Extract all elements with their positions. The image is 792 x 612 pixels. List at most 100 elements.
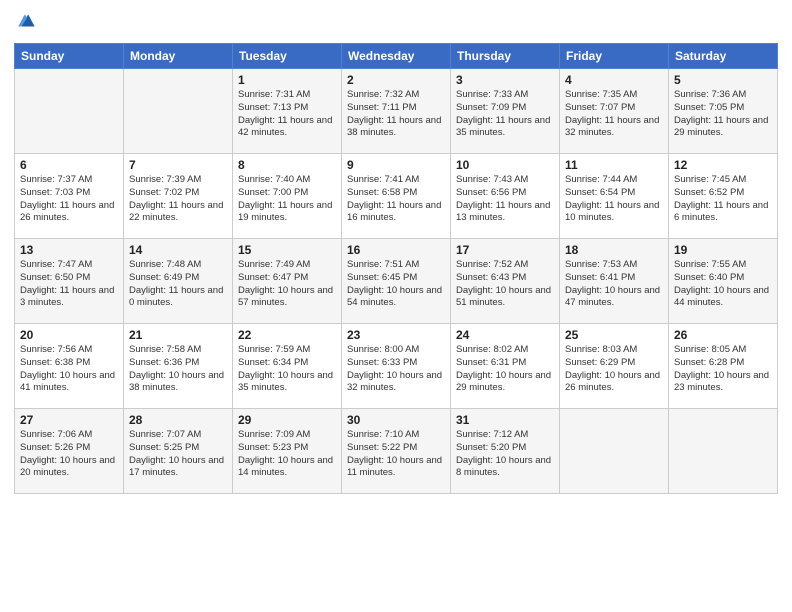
day-info: Sunrise: 7:56 AMSunset: 6:38 PMDaylight:…: [20, 344, 118, 395]
day-number: 17: [456, 243, 554, 257]
day-number: 6: [20, 158, 118, 172]
calendar-day-cell: 9 Sunrise: 7:41 AMSunset: 6:58 PMDaylight…: [342, 154, 451, 239]
weekday-header-cell: Saturday: [669, 44, 778, 69]
calendar-day-cell: 25 Sunrise: 8:03 AMSunset: 6:29 PMDayligh…: [560, 324, 669, 409]
day-info: Sunrise: 8:02 AMSunset: 6:31 PMDaylight:…: [456, 344, 554, 395]
day-number: 20: [20, 328, 118, 342]
calendar-day-cell: 18Sunrise: 7:53 AMSunset: 6:41 PMDayligh…: [560, 239, 669, 324]
day-number: 29: [238, 413, 336, 427]
calendar-day-cell: 10 Sunrise: 7:43 AMSunset: 6:56 PMDayligh…: [451, 154, 560, 239]
calendar-week-row: 27 Sunrise: 7:06 AMSunset: 5:26 PMDayligh…: [15, 409, 778, 494]
calendar-day-cell: 12Sunrise: 7:45 AMSunset: 6:52 PMDayligh…: [669, 154, 778, 239]
calendar-day-cell: 21Sunrise: 7:58 AMSunset: 6:36 PMDayligh…: [124, 324, 233, 409]
day-number: 19: [674, 243, 772, 257]
calendar-day-cell: 30 Sunrise: 7:10 AMSunset: 5:22 PMDayligh…: [342, 409, 451, 494]
weekday-header-row: SundayMondayTuesdayWednesdayThursdayFrid…: [15, 44, 778, 69]
day-number: 16: [347, 243, 445, 257]
day-info: Sunrise: 7:59 AMSunset: 6:34 PMDaylight:…: [238, 344, 336, 395]
day-number: 22: [238, 328, 336, 342]
day-number: 10: [456, 158, 554, 172]
day-number: 5: [674, 73, 772, 87]
day-number: 13: [20, 243, 118, 257]
calendar-day-cell: 27 Sunrise: 7:06 AMSunset: 5:26 PMDayligh…: [15, 409, 124, 494]
day-info: Sunrise: 7:41 AMSunset: 6:58 PMDaylight:…: [347, 174, 445, 225]
day-number: 1: [238, 73, 336, 87]
day-info: Sunrise: 7:06 AMSunset: 5:26 PMDaylight:…: [20, 429, 118, 480]
day-info: Sunrise: 7:36 AMSunset: 7:05 PMDaylight:…: [674, 89, 772, 140]
weekday-header-cell: Monday: [124, 44, 233, 69]
day-info: Sunrise: 7:55 AMSunset: 6:40 PMDaylight:…: [674, 259, 772, 310]
calendar-table: SundayMondayTuesdayWednesdayThursdayFrid…: [14, 43, 778, 494]
day-number: 7: [129, 158, 227, 172]
logo: [14, 10, 38, 37]
day-info: Sunrise: 8:05 AMSunset: 6:28 PMDaylight:…: [674, 344, 772, 395]
day-number: 9: [347, 158, 445, 172]
day-info: Sunrise: 7:52 AMSunset: 6:43 PMDaylight:…: [456, 259, 554, 310]
calendar-day-cell: 29 Sunrise: 7:09 AMSunset: 5:23 PMDayligh…: [233, 409, 342, 494]
day-info: Sunrise: 7:44 AMSunset: 6:54 PMDaylight:…: [565, 174, 663, 225]
calendar-day-cell: 19 Sunrise: 7:55 AMSunset: 6:40 PMDayligh…: [669, 239, 778, 324]
day-info: Sunrise: 7:47 AMSunset: 6:50 PMDaylight:…: [20, 259, 118, 310]
calendar-week-row: 13 Sunrise: 7:47 AMSunset: 6:50 PMDayligh…: [15, 239, 778, 324]
calendar-day-cell: 5 Sunrise: 7:36 AMSunset: 7:05 PMDaylight…: [669, 69, 778, 154]
day-info: Sunrise: 7:37 AMSunset: 7:03 PMDaylight:…: [20, 174, 118, 225]
logo-icon: [16, 10, 38, 32]
day-info: Sunrise: 7:09 AMSunset: 5:23 PMDaylight:…: [238, 429, 336, 480]
day-info: Sunrise: 7:31 AMSunset: 7:13 PMDaylight:…: [238, 89, 336, 140]
calendar-week-row: 6 Sunrise: 7:37 AMSunset: 7:03 PMDaylight…: [15, 154, 778, 239]
calendar-day-cell: 24 Sunrise: 8:02 AMSunset: 6:31 PMDayligh…: [451, 324, 560, 409]
calendar-day-cell: 26 Sunrise: 8:05 AMSunset: 6:28 PMDayligh…: [669, 324, 778, 409]
weekday-header-cell: Wednesday: [342, 44, 451, 69]
calendar-day-cell: [669, 409, 778, 494]
calendar-day-cell: 4 Sunrise: 7:35 AMSunset: 7:07 PMDaylight…: [560, 69, 669, 154]
calendar-day-cell: 22 Sunrise: 7:59 AMSunset: 6:34 PMDayligh…: [233, 324, 342, 409]
day-info: Sunrise: 7:58 AMSunset: 6:36 PMDaylight:…: [129, 344, 227, 395]
calendar-day-cell: 23 Sunrise: 8:00 AMSunset: 6:33 PMDayligh…: [342, 324, 451, 409]
calendar-day-cell: 14Sunrise: 7:48 AMSunset: 6:49 PMDayligh…: [124, 239, 233, 324]
weekday-header-cell: Friday: [560, 44, 669, 69]
calendar-day-cell: 20 Sunrise: 7:56 AMSunset: 6:38 PMDayligh…: [15, 324, 124, 409]
calendar-week-row: 1 Sunrise: 7:31 AMSunset: 7:13 PMDaylight…: [15, 69, 778, 154]
day-number: 12: [674, 158, 772, 172]
day-info: Sunrise: 7:49 AMSunset: 6:47 PMDaylight:…: [238, 259, 336, 310]
day-info: Sunrise: 7:33 AMSunset: 7:09 PMDaylight:…: [456, 89, 554, 140]
calendar-day-cell: 8 Sunrise: 7:40 AMSunset: 7:00 PMDaylight…: [233, 154, 342, 239]
calendar-day-cell: 28 Sunrise: 7:07 AMSunset: 5:25 PMDayligh…: [124, 409, 233, 494]
day-info: Sunrise: 7:39 AMSunset: 7:02 PMDaylight:…: [129, 174, 227, 225]
calendar-day-cell: 3Sunrise: 7:33 AMSunset: 7:09 PMDaylight…: [451, 69, 560, 154]
calendar-day-cell: [560, 409, 669, 494]
day-number: 28: [129, 413, 227, 427]
calendar-day-cell: 13 Sunrise: 7:47 AMSunset: 6:50 PMDayligh…: [15, 239, 124, 324]
day-info: Sunrise: 7:40 AMSunset: 7:00 PMDaylight:…: [238, 174, 336, 225]
day-number: 8: [238, 158, 336, 172]
calendar-week-row: 20 Sunrise: 7:56 AMSunset: 6:38 PMDayligh…: [15, 324, 778, 409]
weekday-header-cell: Tuesday: [233, 44, 342, 69]
weekday-header-cell: Thursday: [451, 44, 560, 69]
day-number: 26: [674, 328, 772, 342]
day-info: Sunrise: 7:32 AMSunset: 7:11 PMDaylight:…: [347, 89, 445, 140]
calendar-day-cell: 7 Sunrise: 7:39 AMSunset: 7:02 PMDaylight…: [124, 154, 233, 239]
weekday-header-cell: Sunday: [15, 44, 124, 69]
page-header: [14, 10, 778, 37]
day-number: 14: [129, 243, 227, 257]
day-info: Sunrise: 7:10 AMSunset: 5:22 PMDaylight:…: [347, 429, 445, 480]
day-number: 27: [20, 413, 118, 427]
calendar-day-cell: 16Sunrise: 7:51 AMSunset: 6:45 PMDayligh…: [342, 239, 451, 324]
calendar-day-cell: [15, 69, 124, 154]
day-number: 23: [347, 328, 445, 342]
day-number: 25: [565, 328, 663, 342]
day-info: Sunrise: 7:07 AMSunset: 5:25 PMDaylight:…: [129, 429, 227, 480]
calendar-day-cell: 2Sunrise: 7:32 AMSunset: 7:11 PMDaylight…: [342, 69, 451, 154]
day-number: 31: [456, 413, 554, 427]
day-info: Sunrise: 7:12 AMSunset: 5:20 PMDaylight:…: [456, 429, 554, 480]
day-info: Sunrise: 8:03 AMSunset: 6:29 PMDaylight:…: [565, 344, 663, 395]
day-number: 15: [238, 243, 336, 257]
calendar-day-cell: 17 Sunrise: 7:52 AMSunset: 6:43 PMDayligh…: [451, 239, 560, 324]
day-info: Sunrise: 7:35 AMSunset: 7:07 PMDaylight:…: [565, 89, 663, 140]
day-number: 24: [456, 328, 554, 342]
calendar-day-cell: 31 Sunrise: 7:12 AMSunset: 5:20 PMDayligh…: [451, 409, 560, 494]
day-info: Sunrise: 7:43 AMSunset: 6:56 PMDaylight:…: [456, 174, 554, 225]
day-number: 4: [565, 73, 663, 87]
day-number: 30: [347, 413, 445, 427]
day-info: Sunrise: 8:00 AMSunset: 6:33 PMDaylight:…: [347, 344, 445, 395]
